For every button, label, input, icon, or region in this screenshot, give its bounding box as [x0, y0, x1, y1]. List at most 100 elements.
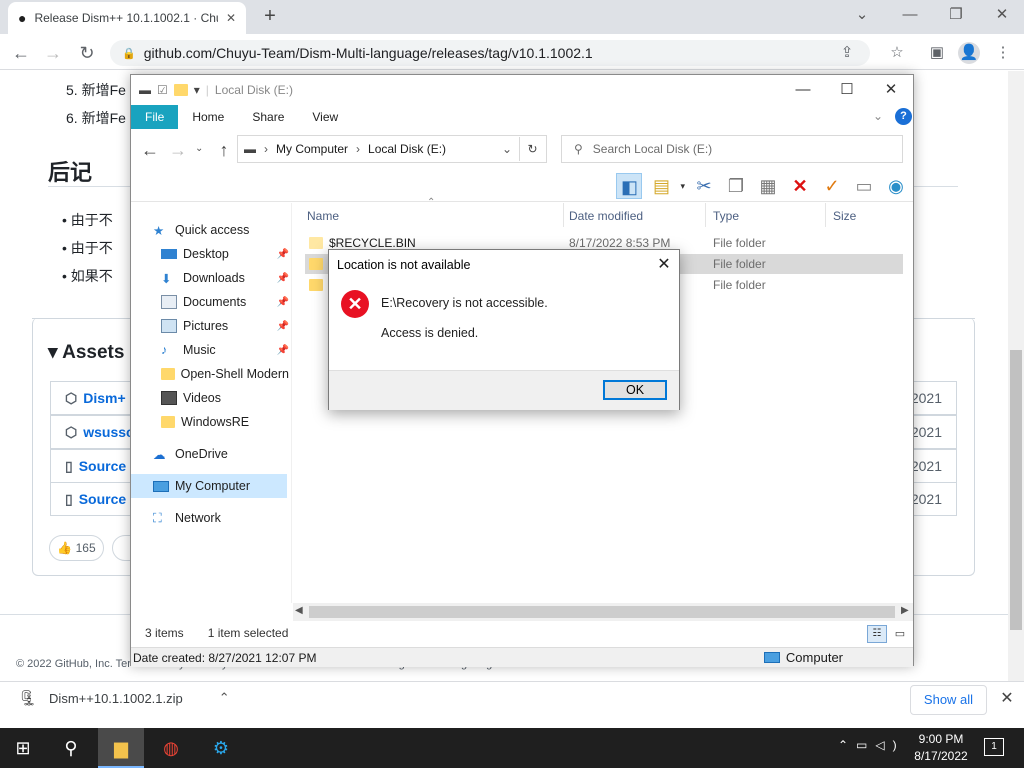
pin-icon: 📌 — [276, 296, 289, 308]
dialog-title: Location is not available — [337, 258, 471, 272]
sidebar-item-open-shell[interactable]: Open-Shell Modern — [161, 363, 289, 385]
folder-icon[interactable] — [173, 84, 188, 96]
bullet-item: • 由于不 — [62, 240, 113, 256]
profile-avatar[interactable]: 👤 — [958, 42, 980, 64]
explorer-maximize-button[interactable]: ☐ — [827, 79, 867, 101]
clock[interactable]: 9:00 PM 8/17/2022 — [906, 731, 976, 765]
help-icon[interactable]: ? — [895, 108, 912, 125]
download-item[interactable]: 🗜 Dism++10.1.1002.1.zip ⌃ — [18, 689, 230, 707]
ribbon-expand-icon[interactable]: ⌄ — [873, 109, 883, 123]
bookmark-star-icon[interactable]: ☆ — [886, 42, 908, 64]
column-name[interactable]: Name — [307, 209, 339, 223]
package-icon: ⬡ — [65, 389, 78, 406]
column-type[interactable]: Type — [713, 209, 739, 223]
reload-button[interactable]: ↻ — [74, 40, 100, 66]
back-button[interactable]: ← — [8, 40, 34, 66]
qat-dropdown-icon[interactable]: ▾ — [194, 83, 200, 97]
column-headers: Name ⌃ Date modified Type Size — [301, 197, 913, 227]
sidebar-item-my-computer[interactable]: My Computer — [131, 474, 287, 498]
tab-share[interactable]: Share — [238, 105, 298, 129]
browser-tab[interactable]: ● Release Dism++ 10.1.1002.1 · Chuyu ✕ — [8, 2, 246, 34]
preview-pane-icon[interactable]: ◧ — [616, 173, 643, 199]
horizontal-scroll-thumb[interactable] — [309, 606, 895, 618]
new-dropdown-icon[interactable]: ▾ — [680, 181, 685, 192]
chevron-up-icon[interactable]: ⌃ — [219, 690, 230, 706]
sidebar-item-windowsre[interactable]: WindowsRE — [161, 411, 321, 433]
paste-icon[interactable]: ▦ — [755, 173, 781, 199]
sidebar-item-desktop[interactable]: Desktop 📌 — [161, 243, 321, 265]
drive-icon: ▬ — [139, 83, 151, 97]
up-button[interactable]: ↑ — [211, 137, 237, 163]
tab-file[interactable]: File — [131, 105, 179, 129]
page-scroll-thumb[interactable] — [1010, 350, 1022, 630]
recent-locations-icon[interactable]: ⌄ — [195, 143, 203, 154]
tab-search-icon[interactable]: ⌄ — [842, 4, 882, 26]
rename-icon[interactable]: ▭ — [851, 173, 877, 199]
forward-button[interactable]: → — [40, 40, 66, 66]
new-tab-button[interactable]: + — [258, 4, 282, 28]
column-date-modified[interactable]: Date modified — [569, 209, 643, 223]
sidebar-item-documents[interactable]: Documents 📌 — [161, 291, 321, 313]
cut-icon[interactable]: ✂ — [691, 173, 717, 199]
refresh-icon[interactable]: ↻ — [519, 137, 545, 161]
large-icons-view-icon[interactable]: ▭ — [891, 625, 909, 643]
start-button[interactable]: ⊞ — [0, 728, 46, 768]
download-bar-close-icon[interactable]: ✕ — [996, 688, 1018, 710]
clock-date: 8/17/2022 — [914, 749, 968, 763]
explorer-minimize-button[interactable]: — — [783, 79, 823, 101]
notification-icon[interactable]: 1 — [984, 738, 1004, 756]
copy-icon[interactable]: ❐ — [723, 173, 749, 199]
music-icon: ♪ — [161, 343, 168, 357]
explorer-forward-button[interactable]: → — [165, 137, 191, 163]
dialog-message: E:\Recovery is not accessible. — [381, 296, 548, 310]
dialog-close-button[interactable]: ✕ — [653, 254, 675, 276]
address-bar[interactable]: 🔒 github.com/Chuyu-Team/Dism-Multi-langu… — [110, 40, 870, 66]
file-explorer-taskbar-icon[interactable]: ▆ — [98, 728, 144, 768]
details-view-icon[interactable]: ☷ — [867, 625, 887, 643]
ribbon-tabs: File Home Share View — [131, 105, 913, 129]
side-panel-icon[interactable]: ▣ — [926, 42, 948, 64]
breadcrumb-local-disk[interactable]: Local Disk (E:) — [368, 142, 446, 156]
search-icon[interactable]: ⚲ — [48, 728, 94, 768]
close-tab-icon[interactable]: ✕ — [226, 11, 236, 25]
sidebar-item-pictures[interactable]: Pictures 📌 — [161, 315, 321, 337]
path-dropdown-icon[interactable]: ⌄ — [502, 142, 512, 156]
explorer-close-button[interactable]: ✕ — [871, 79, 911, 101]
new-folder-icon[interactable]: ▤ — [648, 173, 674, 199]
show-all-button[interactable]: Show all — [910, 685, 987, 715]
address-path[interactable]: ▬ › My Computer › Local Disk (E:) ⌄ — [237, 135, 547, 163]
share-icon[interactable]: ⇪ — [836, 42, 858, 64]
drive-icon: ▬ — [244, 142, 256, 156]
sidebar-item-onedrive[interactable]: ☁ OneDrive — [153, 443, 313, 465]
properties-check-icon[interactable]: ✓ — [819, 173, 845, 199]
restore-button[interactable]: ❐ — [936, 4, 976, 26]
explorer-back-button[interactable]: ← — [137, 137, 163, 163]
globe-icon[interactable]: ◉ — [883, 173, 909, 199]
videos-icon — [161, 391, 177, 405]
close-window-button[interactable]: ✕ — [982, 4, 1022, 26]
dism-taskbar-icon[interactable]: ⚙ — [198, 728, 244, 768]
reaction-thumbs-up[interactable]: 👍 165 — [49, 535, 104, 561]
zip-file-icon: 🗜 — [18, 690, 38, 707]
minimize-button[interactable]: — — [890, 4, 930, 26]
properties-icon[interactable]: ☑ — [157, 83, 168, 97]
delete-icon[interactable]: ✕ — [787, 173, 813, 199]
tab-view[interactable]: View — [298, 105, 352, 129]
chrome-taskbar-icon[interactable]: ◍ — [148, 728, 194, 768]
ok-button[interactable]: OK — [603, 380, 667, 400]
scroll-right-icon[interactable]: ▶ — [901, 605, 909, 616]
column-size[interactable]: Size — [833, 209, 856, 223]
scroll-left-icon[interactable]: ◀ — [295, 605, 303, 616]
sidebar-item-videos[interactable]: Videos — [161, 387, 321, 409]
sidebar-item-quick-access[interactable]: ★ Quick access — [153, 219, 313, 241]
sidebar-item-network[interactable]: ⛶ Network — [153, 507, 313, 529]
reaction-smile[interactable] — [112, 535, 132, 561]
breadcrumb-my-computer[interactable]: My Computer — [276, 142, 348, 156]
menu-icon[interactable]: ⋮ — [992, 42, 1014, 64]
tab-home[interactable]: Home — [178, 105, 238, 129]
sidebar-item-music[interactable]: ♪ Music 📌 — [161, 339, 321, 361]
sidebar-item-downloads[interactable]: ⬇ Downloads 📌 — [161, 267, 321, 289]
search-input[interactable]: ⚲ Search Local Disk (E:) — [561, 135, 903, 163]
system-tray[interactable]: ⌃▭◁) — [838, 738, 905, 752]
assets-toggle[interactable]: ▾ Assets — [48, 341, 124, 364]
